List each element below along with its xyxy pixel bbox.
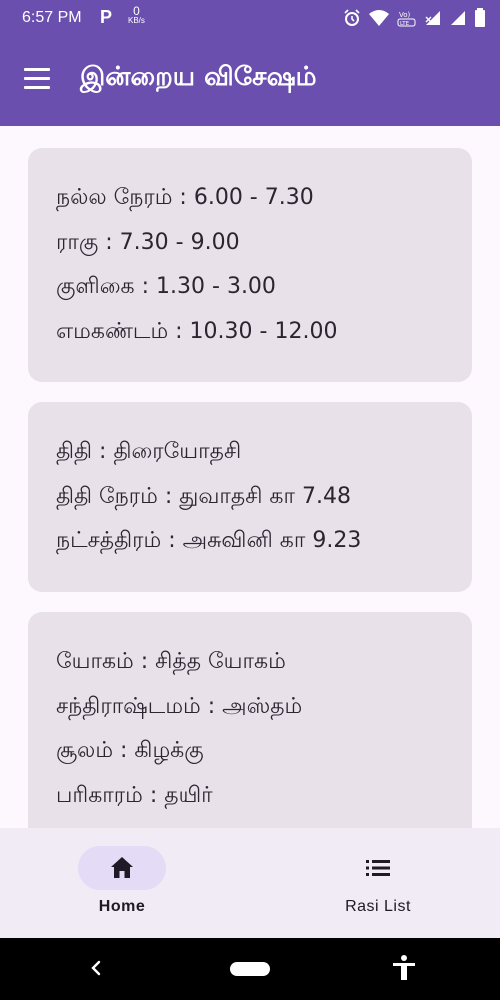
app-bar: இன்றைய விசேஷம்: [0, 38, 500, 126]
svg-text:LTE: LTE: [400, 21, 410, 27]
card-line: திதி : திரையோதசி: [56, 439, 242, 464]
card-line: யோகம் : சித்த யோகம்: [56, 649, 286, 674]
bottom-nav: Home Rasi List: [0, 828, 500, 938]
battery-icon: [475, 8, 485, 27]
svg-text:Vo): Vo): [399, 11, 411, 19]
card-line: நல்ல நேரம் : 6.00 - 7.30: [56, 185, 314, 210]
nav-rasi-list-label: Rasi List: [345, 898, 411, 915]
system-nav-bar: [0, 938, 500, 1000]
nav-home[interactable]: Home: [22, 846, 222, 926]
signal-icon: [425, 11, 440, 25]
card-line: சூலம் : கிழக்கு: [56, 738, 204, 763]
wifi-icon: [369, 10, 389, 26]
card-line: ராகு : 7.30 - 9.00: [56, 229, 240, 255]
card-line: சந்திராஷ்டமம் : அஸ்தம்: [56, 693, 303, 719]
list-icon: [366, 860, 390, 876]
nav-rasi-list[interactable]: Rasi List: [278, 846, 478, 926]
signal-icon: [451, 11, 465, 25]
card-line: நட்சத்திரம் : அசுவினி கா 9.23: [56, 528, 362, 553]
network-speed-unit: KB/s: [128, 16, 145, 25]
menu-button[interactable]: [24, 68, 52, 96]
timings-card: நல்ல நேரம் : 6.00 - 7.30 ராகு : 7.30 - 9…: [28, 148, 472, 382]
nav-home-label: Home: [98, 898, 146, 915]
yogam-card: யோகம் : சித்த யோகம் சந்திராஷ்டமம் : அஸ்த…: [28, 612, 472, 828]
thithi-card: திதி : திரையோதசி திதி நேரம் : துவாதசி கா…: [28, 402, 472, 592]
network-speed: 0 KB/s: [128, 5, 145, 26]
volte-icon: Vo) LTE: [397, 11, 416, 27]
home-icon: [111, 857, 133, 878]
card-line: எமகண்டம் : 10.30 - 12.00: [56, 318, 338, 344]
alarm-icon: [344, 9, 360, 26]
status-bar: 6:57 PM P 0 KB/s Vo) LTE: [0, 0, 500, 38]
back-icon[interactable]: [88, 958, 104, 978]
home-gesture-pill[interactable]: [230, 962, 270, 976]
content-scroll[interactable]: நல்ல நேரம் : 6.00 - 7.30 ராகு : 7.30 - 9…: [0, 126, 500, 828]
card-line: குளிகை : 1.30 - 3.00: [56, 274, 276, 299]
status-time: 6:57 PM: [22, 9, 82, 26]
card-line: பரிகாரம் : தயிர்: [56, 782, 213, 808]
status-icons: Vo) LTE: [343, 8, 486, 28]
page-title: இன்றைய விசேஷம்: [80, 62, 317, 92]
hamburger-menu-icon: [24, 68, 50, 71]
parking-app-icon: P: [100, 7, 113, 27]
card-line: திதி நேரம் : துவாதசி கா 7.48: [56, 483, 351, 509]
accessibility-icon[interactable]: [391, 954, 417, 982]
